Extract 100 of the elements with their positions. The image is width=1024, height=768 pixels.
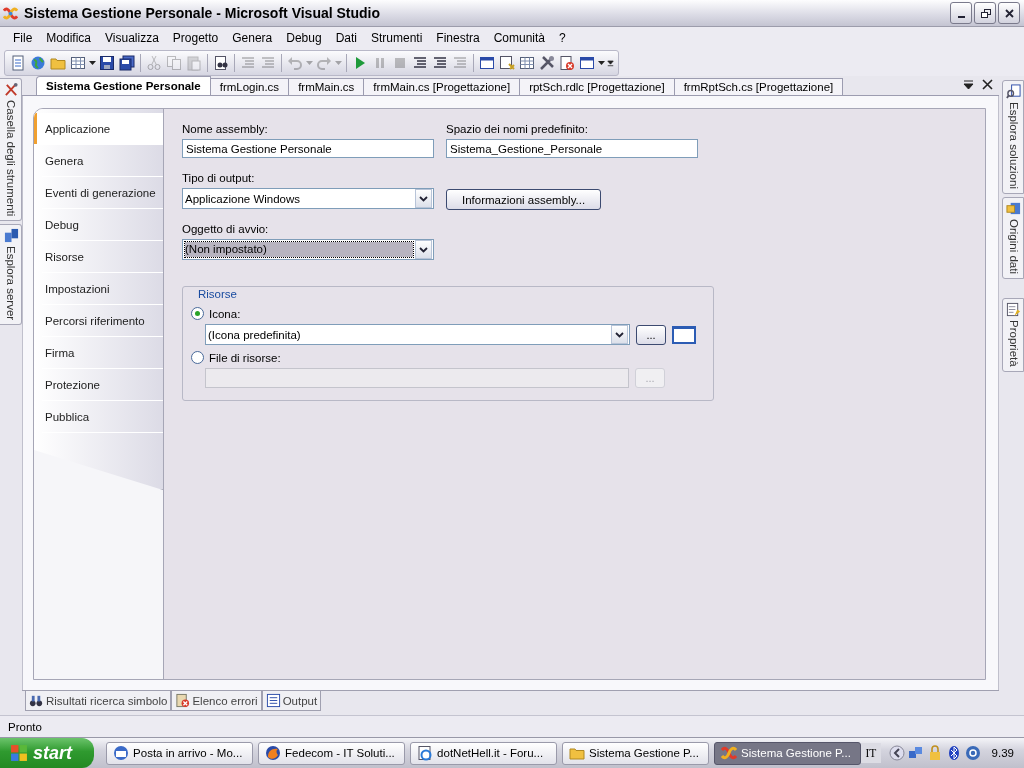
tool-tab-label: Risultati ricerca simbolo xyxy=(46,694,168,707)
assembly-info-button[interactable]: Informazioni assembly... xyxy=(446,189,602,210)
data-sources-icon xyxy=(1006,200,1021,216)
document-tab[interactable]: rptSch.rdlc [Progettazione] xyxy=(520,78,675,95)
taskbar-button-label: dotNetHell.it - Foru... xyxy=(437,747,544,759)
dock-tab-label: Proprietà xyxy=(1007,319,1020,367)
property-page-tab[interactable]: Genera xyxy=(42,145,163,177)
chevron-down-icon xyxy=(615,331,624,338)
grid-icon[interactable] xyxy=(519,54,535,71)
minimize-button[interactable] xyxy=(950,2,972,24)
lines-icon[interactable] xyxy=(412,54,428,71)
document-tab[interactable]: frmRptSch.cs [Progettazione] xyxy=(674,78,844,95)
startup-object-dropdown[interactable]: (Non impostato) xyxy=(182,239,434,260)
namespace-field[interactable]: Sistema_Gestione_Personale xyxy=(446,139,698,158)
document-tab[interactable]: frmLogin.cs xyxy=(210,78,290,95)
network-icon[interactable] xyxy=(907,745,924,761)
start-button[interactable]: start xyxy=(0,738,95,768)
document-tab[interactable]: frmMain.cs xyxy=(289,78,365,95)
group-legend: Risorse xyxy=(195,288,240,300)
tools-icon[interactable] xyxy=(539,54,555,71)
menu-item[interactable]: Modifica xyxy=(39,31,99,45)
menu-item[interactable]: Progetto xyxy=(165,31,226,45)
field-label: Tipo di output: xyxy=(182,172,256,184)
dropdown-arrow-button[interactable] xyxy=(611,325,628,344)
document-icon[interactable] xyxy=(10,54,26,71)
document-tab[interactable]: Sistema Gestione Personale xyxy=(36,76,211,95)
property-page-tab[interactable]: Risorse xyxy=(42,241,163,273)
tool-window-tab[interactable]: Elenco errori xyxy=(171,691,262,711)
property-page-tab[interactable]: Firma xyxy=(42,337,163,369)
window-icon[interactable] xyxy=(579,54,595,71)
form-icon[interactable] xyxy=(499,54,515,71)
output-icon xyxy=(265,693,281,708)
lines-icon[interactable] xyxy=(432,54,448,71)
folder-icon xyxy=(569,745,586,761)
dock-tab[interactable]: Casella degli strumenti xyxy=(0,78,22,222)
find-document-icon[interactable] xyxy=(213,54,229,71)
property-page-tab[interactable]: Eventi di generazione xyxy=(42,177,163,209)
visual-studio-logo-icon xyxy=(3,5,18,21)
tool-window-tab[interactable]: Output xyxy=(261,691,322,711)
tool-tab-label: Output xyxy=(282,694,318,707)
dock-tab[interactable]: Esplora server xyxy=(0,224,22,326)
chevron-left-icon[interactable] xyxy=(888,745,905,761)
menu-item[interactable]: Dati xyxy=(328,31,364,45)
property-page-tab[interactable]: Debug xyxy=(42,209,163,241)
property-page-tab[interactable]: Applicazione xyxy=(34,113,164,145)
icon-dropdown[interactable]: (Icona predefinita) xyxy=(205,324,630,345)
solution-explorer-icon xyxy=(1006,84,1021,99)
radio-button[interactable] xyxy=(191,307,204,320)
window-icon[interactable] xyxy=(479,54,495,71)
menu-item[interactable]: Comunità xyxy=(486,31,553,45)
tool-tab-label: Elenco errori xyxy=(192,694,258,707)
property-page-tab[interactable]: Impostazioni xyxy=(42,273,163,305)
radio-label: Icona: xyxy=(209,307,241,320)
dock-tab-label: Casella degli strumenti xyxy=(5,100,17,217)
taskbar-button[interactable]: Sistema Gestione P... xyxy=(714,741,862,765)
taskbar-button-label: Sistema Gestione P... xyxy=(589,747,699,759)
restore-button[interactable] xyxy=(974,2,996,24)
property-page-tab[interactable]: Percorsi riferimento xyxy=(42,305,163,337)
taskbar-button-label: Posta in arrivo - Mo... xyxy=(133,747,243,759)
menu-item[interactable]: File xyxy=(6,31,40,45)
menu-item[interactable]: Strumenti xyxy=(363,31,430,45)
menu-item[interactable]: Visualizza xyxy=(98,31,166,45)
close-icon[interactable] xyxy=(982,79,993,90)
dropdown-icon[interactable] xyxy=(963,79,974,90)
taskbar-button-label: Fedecom - IT Soluti... xyxy=(285,747,395,759)
dock-tab[interactable]: Esplora soluzioni xyxy=(1002,80,1024,194)
taskbar-button[interactable]: Posta in arrivo - Mo... xyxy=(106,741,254,765)
binoculars-icon xyxy=(29,693,44,708)
status-text: Pronto xyxy=(8,720,42,733)
taskbar-button[interactable]: Fedecom - IT Soluti... xyxy=(258,741,406,765)
property-page-tab[interactable]: Protezione xyxy=(42,369,163,401)
property-page-tab[interactable]: Pubblica xyxy=(42,401,163,433)
dock-tab[interactable]: Origini dati xyxy=(1002,196,1024,279)
close-button[interactable] xyxy=(998,2,1020,24)
document-tab[interactable]: frmMain.cs [Progettazione] xyxy=(364,78,521,95)
server-icon xyxy=(3,228,19,244)
language-indicator[interactable]: IT xyxy=(861,743,881,763)
menu-item[interactable]: Debug xyxy=(279,31,329,45)
clipboard-error-icon[interactable] xyxy=(559,54,575,71)
dropdown-arrow-button[interactable] xyxy=(415,240,432,259)
field-label: Spazio dei nomi predefinito: xyxy=(446,123,589,135)
output-type-dropdown[interactable]: Applicazione Windows xyxy=(182,188,434,209)
grid-icon[interactable] xyxy=(70,54,86,71)
icon-preview xyxy=(672,325,696,344)
menu-item[interactable]: Genera xyxy=(225,31,280,45)
taskbar-button[interactable]: Sistema Gestione P... xyxy=(562,741,710,765)
browse-button[interactable]: ... xyxy=(636,324,666,345)
field-label: Nome assembly: xyxy=(182,123,269,135)
dropdown-arrow-button[interactable] xyxy=(415,189,432,208)
dock-tab-label: Esplora soluzioni xyxy=(1007,102,1020,189)
floppy-disks-icon[interactable] xyxy=(119,54,135,71)
assembly-name-field[interactable]: Sistema Gestione Personale xyxy=(182,139,434,158)
tool-window-tab[interactable]: Risultati ricerca simbolo xyxy=(25,691,172,711)
menu-item[interactable]: ? xyxy=(552,31,573,45)
properties-icon xyxy=(1006,301,1021,317)
dock-tab[interactable]: Proprietà xyxy=(1002,297,1024,372)
taskbar-button[interactable]: dotNetHell.it - Foru... xyxy=(410,741,558,765)
visual-studio-icon xyxy=(721,745,738,761)
web-page-icon xyxy=(417,745,434,761)
menu-item[interactable]: Finestra xyxy=(429,31,487,45)
